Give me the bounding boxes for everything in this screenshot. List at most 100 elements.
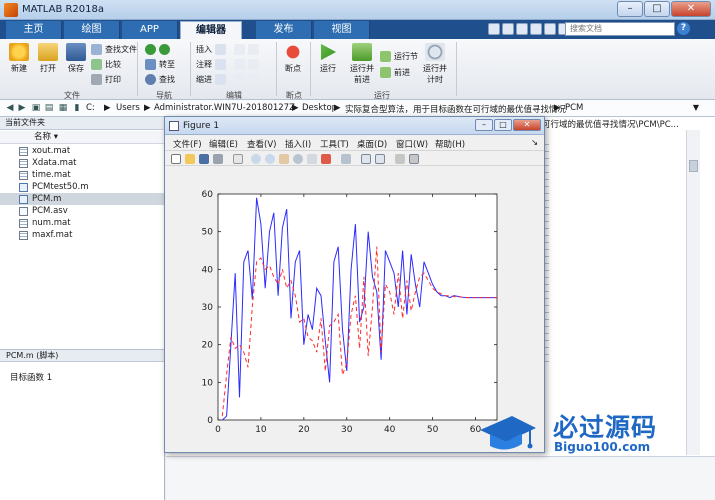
breadcrumb-pcm[interactable]: PCM bbox=[565, 103, 583, 113]
show-plot-tools-icon[interactable] bbox=[409, 154, 419, 164]
goto-button[interactable]: 转至 bbox=[145, 59, 175, 70]
help-icon[interactable]: ? bbox=[677, 22, 690, 35]
indent-icon bbox=[215, 74, 226, 85]
folder-icon[interactable]: ▦ bbox=[57, 102, 69, 114]
address-bar[interactable]: ◀ ▶ ▣ ▤ ▦ ▮ C: ▶ Users ▶ Administrator.W… bbox=[0, 100, 715, 117]
link-plot-icon[interactable] bbox=[341, 154, 351, 164]
breadcrumb-c[interactable]: C: bbox=[86, 103, 95, 113]
folder-up-icon[interactable]: ▣ bbox=[30, 102, 42, 114]
back-arrow-icon[interactable]: ◀ bbox=[4, 102, 16, 114]
figure-close-button[interactable]: ✕ bbox=[513, 119, 541, 131]
figure-maximize-button[interactable]: □ bbox=[494, 119, 512, 131]
run-section-button[interactable]: 运行节 bbox=[380, 51, 418, 62]
compare-button[interactable]: 比较 bbox=[91, 59, 121, 70]
menu-view[interactable]: 查看(V) bbox=[247, 138, 276, 150]
smart-indent-button[interactable] bbox=[234, 74, 259, 85]
breadcrumb-desktop[interactable]: Desktop bbox=[302, 103, 337, 113]
comment-button[interactable]: 注释 bbox=[196, 59, 226, 70]
tab-publish[interactable]: 发布 bbox=[256, 21, 312, 39]
hide-plot-tools-icon[interactable] bbox=[395, 154, 405, 164]
new-button[interactable]: 新建 bbox=[6, 43, 32, 74]
undo-quick-icon[interactable] bbox=[544, 23, 556, 35]
forward-arrow-icon[interactable]: ▶ bbox=[16, 102, 28, 114]
breadcrumb-admin[interactable]: Administrator.WIN7U-20180127Z bbox=[154, 103, 295, 113]
zoom-out-icon[interactable] bbox=[265, 154, 275, 164]
chevron-down-icon[interactable]: ▼ bbox=[693, 103, 699, 112]
printer-icon bbox=[91, 74, 102, 85]
maximize-button[interactable]: □ bbox=[644, 1, 670, 17]
menu-file[interactable]: 文件(F) bbox=[173, 138, 202, 150]
name-column-header[interactable]: 名称 ▾ bbox=[0, 131, 165, 144]
file-row[interactable]: num.mat bbox=[0, 217, 165, 229]
open-button[interactable]: 打开 bbox=[35, 43, 61, 74]
fx-button[interactable] bbox=[234, 44, 259, 55]
brush-icon[interactable] bbox=[321, 154, 331, 164]
insert-button[interactable]: 插入 bbox=[196, 44, 226, 55]
command-window-area[interactable] bbox=[166, 456, 715, 500]
breadcrumb-sep: ▶ bbox=[554, 103, 561, 113]
paste-quick-icon[interactable] bbox=[530, 23, 542, 35]
figure-minimize-button[interactable]: – bbox=[475, 119, 493, 131]
y-tick-label: 40 bbox=[202, 265, 214, 275]
file-row[interactable]: PCMtest50.m bbox=[0, 181, 165, 193]
search-docs-input[interactable]: 搜索文档 bbox=[565, 22, 675, 36]
print-button[interactable]: 打印 bbox=[91, 74, 121, 85]
pan-hand-icon[interactable] bbox=[279, 154, 289, 164]
file-row[interactable]: maxf.mat bbox=[0, 229, 165, 241]
green-forward-icon bbox=[159, 44, 170, 55]
save-figure-icon[interactable] bbox=[199, 154, 209, 164]
breakpoints-button[interactable]: 断点 bbox=[280, 43, 306, 74]
find-button[interactable]: 查找 bbox=[145, 74, 175, 85]
file-row[interactable]: xout.mat bbox=[0, 145, 165, 157]
minimize-button[interactable]: – bbox=[617, 1, 643, 17]
zoom-in-icon[interactable] bbox=[251, 154, 261, 164]
colorbar-icon[interactable] bbox=[361, 154, 371, 164]
cursor-arrow-icon[interactable] bbox=[233, 154, 243, 164]
tab-plots[interactable]: 绘图 bbox=[64, 21, 120, 39]
menu-window[interactable]: 窗口(W) bbox=[396, 138, 428, 150]
scrollbar-thumb[interactable] bbox=[689, 160, 698, 172]
x-tick-label: 0 bbox=[215, 425, 221, 435]
find-files-button[interactable]: 查找文件 bbox=[91, 44, 137, 55]
close-button[interactable]: ✕ bbox=[671, 1, 711, 17]
open-file-icon[interactable] bbox=[185, 154, 195, 164]
breadcrumb-sep: ▶ bbox=[334, 103, 341, 113]
data-cursor-icon[interactable] bbox=[307, 154, 317, 164]
tab-home[interactable]: 主页 bbox=[6, 21, 62, 39]
title-bar: MATLAB R2018a – □ ✕ bbox=[0, 0, 715, 20]
cut-quick-icon[interactable] bbox=[502, 23, 514, 35]
run-time-button[interactable]: 运行并 计时 bbox=[420, 43, 450, 85]
save-button[interactable]: 保存 bbox=[63, 43, 89, 74]
breadcrumb-project[interactable]: 实际复合型算法，用于目标函数在可行域的最优值寻找情况 bbox=[345, 103, 566, 115]
figure-icon bbox=[169, 121, 179, 131]
tab-editor[interactable]: 编辑器 bbox=[180, 21, 242, 39]
new-figure-icon[interactable] bbox=[171, 154, 181, 164]
file-row[interactable]: PCM.asv bbox=[0, 205, 165, 217]
breadcrumb-users[interactable]: Users bbox=[116, 103, 140, 113]
indent-button[interactable]: 缩进 bbox=[196, 74, 226, 85]
file-row[interactable]: Xdata.mat bbox=[0, 157, 165, 169]
menu-desktop[interactable]: 桌面(D) bbox=[357, 138, 387, 150]
browse-folder-icon[interactable]: ▤ bbox=[43, 102, 55, 114]
save-quick-icon[interactable] bbox=[488, 23, 500, 35]
copy-quick-icon[interactable] bbox=[516, 23, 528, 35]
file-row[interactable]: time.mat bbox=[0, 169, 165, 181]
run-advance-button[interactable]: 运行并 前进 bbox=[346, 43, 378, 85]
run-button[interactable]: 运行 bbox=[314, 43, 342, 74]
advance-icon bbox=[380, 67, 391, 78]
nav-back-forward[interactable] bbox=[145, 44, 170, 55]
tab-apps[interactable]: APP bbox=[122, 21, 178, 39]
print-figure-icon[interactable] bbox=[213, 154, 223, 164]
file-row[interactable]: PCM.m bbox=[0, 193, 165, 205]
menu-help[interactable]: 帮助(H) bbox=[435, 138, 465, 150]
rotate-3d-icon[interactable] bbox=[293, 154, 303, 164]
advance-button[interactable]: 前进 bbox=[380, 67, 410, 78]
menu-tools[interactable]: 工具(T) bbox=[320, 138, 349, 150]
uncomment-button[interactable] bbox=[234, 59, 259, 70]
menu-dock-arrow-icon[interactable]: ↘ bbox=[531, 138, 538, 148]
menu-edit[interactable]: 编辑(E) bbox=[209, 138, 238, 150]
current-folder-header: 当前文件夹 bbox=[0, 117, 165, 130]
menu-insert[interactable]: 插入(I) bbox=[285, 138, 311, 150]
tab-view[interactable]: 视图 bbox=[314, 21, 370, 39]
legend-icon[interactable] bbox=[375, 154, 385, 164]
